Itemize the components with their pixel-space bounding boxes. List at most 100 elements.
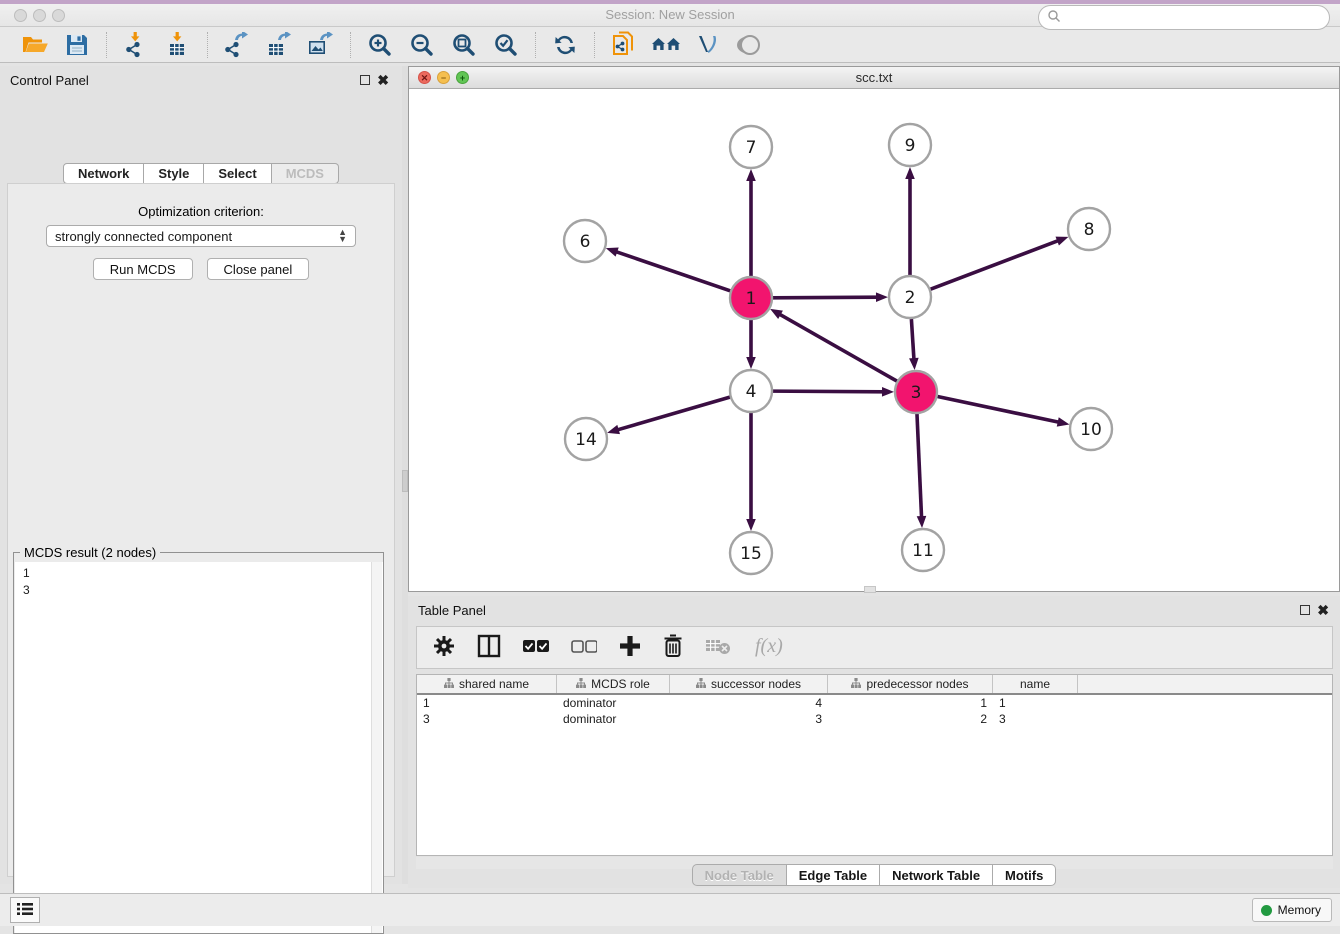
memory-status-icon — [1261, 905, 1272, 916]
home-button[interactable] — [651, 31, 681, 59]
select-all-button[interactable] — [523, 639, 549, 657]
run-mcds-button[interactable]: Run MCDS — [93, 258, 193, 280]
graph-arrowhead — [876, 292, 888, 302]
table-row[interactable]: 1dominator411 — [417, 695, 1332, 711]
network-window-titlebar[interactable]: ✕ − + scc.txt — [409, 67, 1339, 89]
tab-style[interactable]: Style — [144, 163, 204, 184]
status-bar: Memory — [0, 893, 1340, 926]
tab-network[interactable]: Network — [63, 163, 144, 184]
toolbar-separator — [106, 32, 107, 58]
share-document-button[interactable] — [609, 31, 639, 59]
table-toolbar: f(x) — [416, 626, 1333, 669]
delete-table-icon — [705, 636, 731, 659]
float-icon[interactable] — [360, 75, 370, 85]
trash-button[interactable] — [663, 634, 683, 661]
zoom-selected-button[interactable] — [491, 31, 521, 59]
import-table-button[interactable] — [163, 31, 193, 59]
graph-node-label-15: 15 — [740, 544, 762, 564]
close-panel-button[interactable]: Close panel — [207, 258, 310, 280]
eye-button[interactable] — [735, 31, 765, 59]
network-canvas[interactable]: 7968124314101511 — [409, 89, 1339, 591]
table-cell[interactable]: dominator — [557, 695, 670, 711]
graph-edge-4-3[interactable] — [773, 391, 884, 392]
column-header-MCDS-role[interactable]: MCDS role — [557, 675, 670, 693]
mcds-result-text[interactable]: 1 3 — [15, 562, 383, 933]
zoom-out-icon — [409, 32, 435, 58]
gear-button[interactable] — [433, 635, 455, 660]
home-icon — [651, 33, 681, 57]
table-cell[interactable]: 2 — [828, 711, 993, 727]
table-cell[interactable]: 3 — [670, 711, 828, 727]
save-button[interactable] — [62, 31, 92, 59]
table-cell[interactable]: 3 — [993, 711, 1078, 727]
graph-node-label-4: 4 — [746, 382, 757, 402]
tab-mcds[interactable]: MCDS — [272, 163, 339, 184]
graph-edge-3-10[interactable] — [938, 397, 1060, 423]
tree-sort-icon — [444, 677, 454, 691]
tab-select[interactable]: Select — [204, 163, 271, 184]
table-cell[interactable]: 4 — [670, 695, 828, 711]
table-row[interactable]: 3dominator323 — [417, 711, 1332, 727]
table-cell[interactable]: 1 — [828, 695, 993, 711]
float-icon[interactable] — [1300, 605, 1310, 615]
tab-edge-table[interactable]: Edge Table — [787, 864, 880, 886]
column-header-shared-name[interactable]: shared name — [417, 675, 557, 693]
graph-edge-3-1[interactable] — [779, 314, 897, 381]
column-header-predecessor-nodes[interactable]: predecessor nodes — [828, 675, 993, 693]
task-history-button[interactable] — [10, 897, 40, 923]
export-table-button[interactable] — [264, 31, 294, 59]
export-image-button[interactable] — [306, 31, 336, 59]
tab-motifs[interactable]: Motifs — [993, 864, 1056, 886]
tab-network-table[interactable]: Network Table — [880, 864, 993, 886]
graph-edge-4-14[interactable] — [617, 397, 730, 430]
column-header-successor-nodes[interactable]: successor nodes — [670, 675, 828, 693]
zoom-fit-button[interactable] — [449, 31, 479, 59]
export-network-button[interactable] — [222, 31, 252, 59]
eye-icon — [737, 32, 763, 58]
table-cell[interactable]: dominator — [557, 711, 670, 727]
memory-button[interactable]: Memory — [1252, 898, 1332, 922]
graph-edge-1-6[interactable] — [615, 251, 730, 290]
graph-arrowhead — [746, 357, 756, 369]
tab-node-table[interactable]: Node Table — [692, 864, 787, 886]
add-button[interactable] — [619, 635, 641, 660]
criterion-select[interactable]: strongly connected component ▲▼ — [46, 225, 356, 247]
graph-arrowhead — [917, 516, 927, 528]
columns-button[interactable] — [477, 634, 501, 661]
zoom-out-button[interactable] — [407, 31, 437, 59]
table-cell[interactable]: 1 — [993, 695, 1078, 711]
node-table[interactable]: shared nameMCDS rolesuccessor nodesprede… — [416, 674, 1333, 856]
network-resize-grip[interactable] — [864, 586, 876, 593]
search-field[interactable] — [1038, 5, 1330, 30]
mcds-result-legend: MCDS result (2 nodes) — [20, 545, 160, 560]
table-cell[interactable]: 3 — [417, 711, 557, 727]
close-icon[interactable]: ✖ — [1317, 602, 1329, 619]
share-document-icon — [611, 31, 637, 59]
graph-arrowhead — [909, 358, 919, 370]
table-cell[interactable]: 1 — [417, 695, 557, 711]
network-view-window: ✕ − + scc.txt 7968124314101511 — [408, 66, 1340, 592]
graph-edge-2-3[interactable] — [911, 319, 914, 360]
refresh-button[interactable] — [550, 31, 580, 59]
select-all-icon — [523, 639, 549, 657]
graph-edge-2-8[interactable] — [931, 240, 1060, 289]
graph-node-label-8: 8 — [1084, 220, 1095, 240]
zoom-in-button[interactable] — [365, 31, 395, 59]
graph-edge-3-11[interactable] — [917, 414, 922, 518]
search-input[interactable] — [1061, 11, 1329, 25]
close-icon[interactable]: ✖ — [377, 72, 389, 89]
graph-arrowhead — [746, 169, 756, 181]
open-folder-button[interactable] — [20, 31, 50, 59]
vizmapper-button[interactable] — [693, 31, 723, 59]
import-network-button[interactable] — [121, 31, 151, 59]
result-scrollbar[interactable] — [371, 562, 382, 933]
graph-edge-1-2[interactable] — [773, 297, 878, 298]
save-icon — [65, 33, 89, 57]
graph-arrowhead — [1056, 237, 1069, 246]
deselect-all-button[interactable] — [571, 639, 597, 657]
column-header-name[interactable]: name — [993, 675, 1078, 693]
tree-sort-icon — [851, 677, 861, 691]
select-stepper-icon: ▲▼ — [338, 229, 347, 243]
function-icon: f(x) — [753, 633, 791, 662]
main-toolbar — [0, 27, 1340, 63]
